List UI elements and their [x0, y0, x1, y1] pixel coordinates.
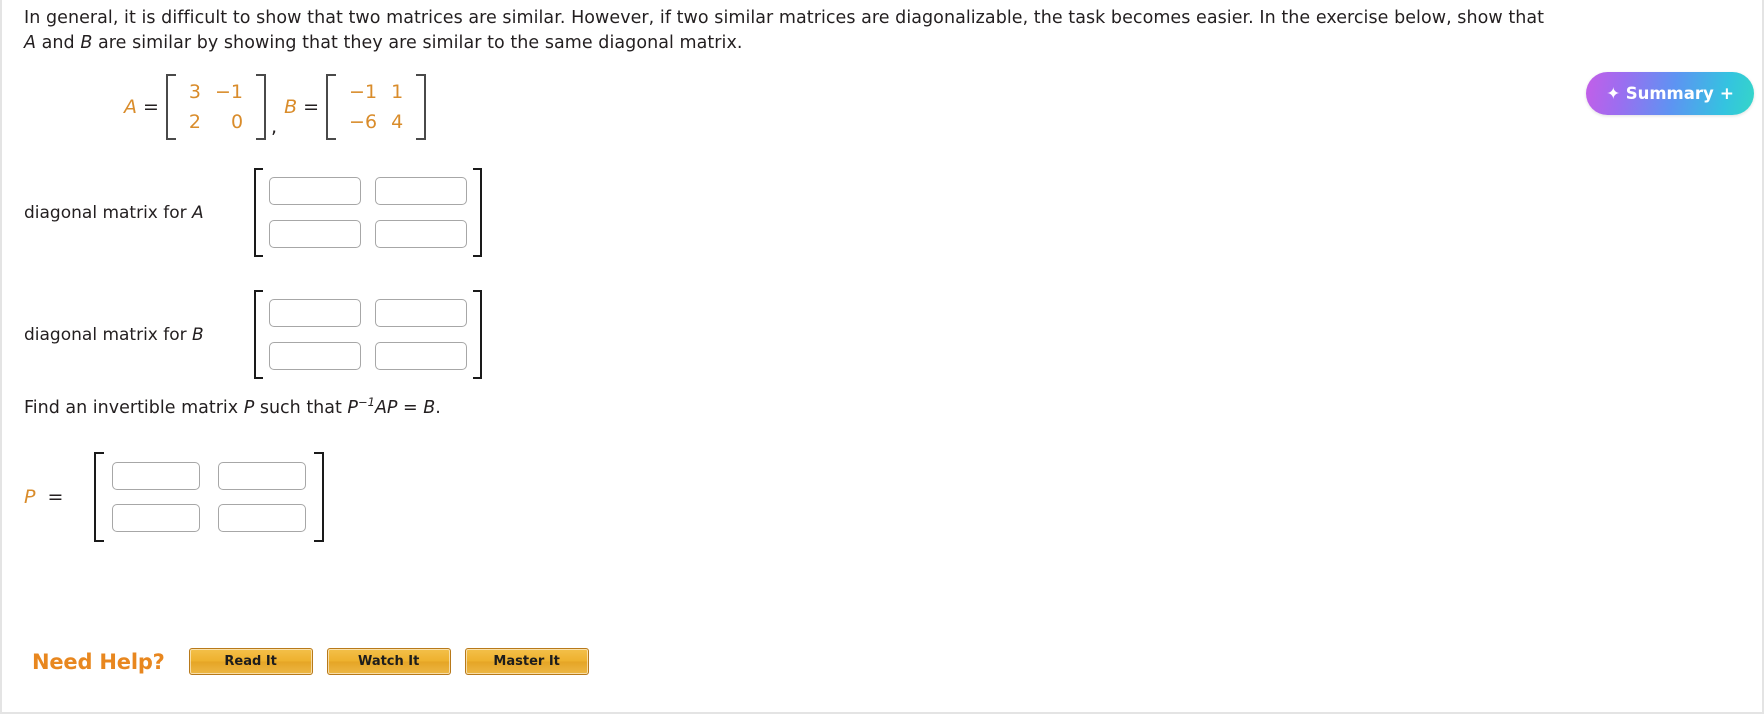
matrix-b-cell-1-1: 4: [391, 111, 404, 133]
diagonal-b-grid: [263, 290, 473, 379]
given-equals-b: =: [303, 96, 320, 118]
matrix-a: 3 −1 2 0: [165, 72, 267, 142]
label-diagonal-matrix-a-var: A: [192, 202, 204, 223]
answer-row-diagonal-b: diagonal matrix for B: [24, 290, 482, 379]
need-help-title: Need Help?: [32, 649, 165, 674]
diagonal-b-left-bracket: [254, 290, 263, 379]
diagonal-a-input-0-1[interactable]: [375, 177, 467, 205]
master-it-button[interactable]: Master It: [464, 648, 589, 675]
plus-icon: +: [1719, 83, 1734, 104]
p-prompt-pre: Find an invertible matrix: [24, 397, 244, 418]
matrix-a-grid: 3 −1 2 0: [176, 74, 256, 140]
intro-line-2-mid: and: [36, 32, 81, 53]
label-matrix-p-equals: =: [47, 486, 64, 508]
matrix-a-left-bracket: [165, 74, 176, 140]
diagonal-b-input-0-1[interactable]: [375, 299, 467, 327]
matrix-b-right-bracket: [416, 74, 427, 140]
intro-var-a: A: [24, 32, 37, 53]
p-prompt-period: .: [435, 397, 441, 418]
label-diagonal-matrix-a: diagonal matrix for A: [24, 203, 254, 223]
intro-var-b: B: [80, 32, 93, 53]
invertible-matrix-prompt: Find an invertible matrix P such that P−…: [24, 395, 441, 418]
input-matrix-p: [94, 452, 325, 542]
p-prompt-var-p: P: [243, 397, 255, 418]
matrix-p-right-bracket: [314, 452, 325, 542]
matrix-a-right-bracket: [256, 74, 267, 140]
p-prompt-expr-b: B: [423, 397, 436, 418]
matrix-b-grid: −1 1 −6 4: [336, 74, 416, 140]
p-prompt-expr-p: P: [347, 397, 358, 418]
matrix-p-input-1-0[interactable]: [112, 504, 201, 532]
matrix-p-input-0-0[interactable]: [112, 462, 201, 490]
intro-line-1: In general, it is difficult to show that…: [24, 8, 1545, 28]
matrix-b-cell-1-0: −6: [349, 111, 378, 133]
diagonal-b-input-1-1[interactable]: [375, 342, 467, 370]
diagonal-a-input-0-0[interactable]: [269, 177, 361, 205]
matrix-a-cell-0-1: −1: [215, 81, 244, 103]
intro-line-2-post: are similar by showing that they are sim…: [92, 32, 743, 53]
diagonal-a-right-bracket: [473, 168, 482, 257]
p-prompt-exponent: −1: [357, 395, 375, 409]
label-diagonal-matrix-a-text: diagonal matrix for: [24, 202, 193, 223]
read-it-button[interactable]: Read It: [188, 648, 313, 675]
label-diagonal-matrix-b-text: diagonal matrix for: [24, 324, 193, 345]
input-matrix-diagonal-a: [254, 168, 482, 257]
page-left-border: [0, 0, 2, 714]
matrix-b: −1 1 −6 4: [326, 72, 427, 142]
label-matrix-p: P =: [24, 486, 70, 508]
given-label-b: B: [284, 96, 298, 118]
p-prompt-mid: such that: [254, 397, 348, 418]
matrix-b-left-bracket: [326, 74, 337, 140]
matrix-b-cell-0-0: −1: [349, 81, 378, 103]
diagonal-b-input-0-0[interactable]: [269, 299, 361, 327]
matrix-a-cell-1-1: 0: [230, 111, 244, 133]
matrix-a-cell-0-0: 3: [188, 81, 202, 103]
ai-summary-button[interactable]: ✦ Summary +: [1586, 72, 1754, 115]
given-label-a: A: [124, 96, 137, 118]
ai-summary-label: Summary: [1625, 84, 1714, 103]
diagonal-a-grid: [263, 168, 473, 257]
diagonal-b-input-1-0[interactable]: [269, 342, 361, 370]
watch-it-button[interactable]: Watch It: [326, 648, 451, 675]
exercise-intro-text: In general, it is difficult to show that…: [24, 6, 1554, 55]
matrix-p-input-1-1[interactable]: [218, 504, 307, 532]
input-matrix-diagonal-b: [254, 290, 482, 379]
p-prompt-expr-ap: AP: [374, 397, 398, 418]
diagonal-a-input-1-0[interactable]: [269, 220, 361, 248]
answer-row-diagonal-a: diagonal matrix for A: [24, 168, 482, 257]
need-help-section: Need Help? Read It Watch It Master It: [32, 648, 589, 675]
label-diagonal-matrix-b-var: B: [192, 324, 204, 345]
sparkle-icon: ✦: [1606, 84, 1620, 103]
diagonal-a-left-bracket: [254, 168, 263, 257]
matrix-a-cell-1-0: 2: [188, 111, 202, 133]
answer-row-matrix-p: P =: [24, 452, 325, 542]
matrix-b-cell-0-1: 1: [391, 81, 404, 103]
given-comma: ,: [271, 116, 278, 138]
diagonal-b-right-bracket: [473, 290, 482, 379]
given-matrices: A = 3 −1 2 0 , B = −1 1 −6 4: [124, 72, 427, 142]
given-equals-a: =: [143, 96, 159, 118]
label-diagonal-matrix-b: diagonal matrix for B: [24, 325, 254, 345]
diagonal-a-input-1-1[interactable]: [375, 220, 467, 248]
matrix-p-input-0-1[interactable]: [218, 462, 307, 490]
matrix-p-grid: [104, 452, 314, 542]
label-matrix-p-var: P: [24, 486, 36, 508]
p-prompt-eq: =: [397, 397, 424, 418]
matrix-p-left-bracket: [94, 452, 105, 542]
